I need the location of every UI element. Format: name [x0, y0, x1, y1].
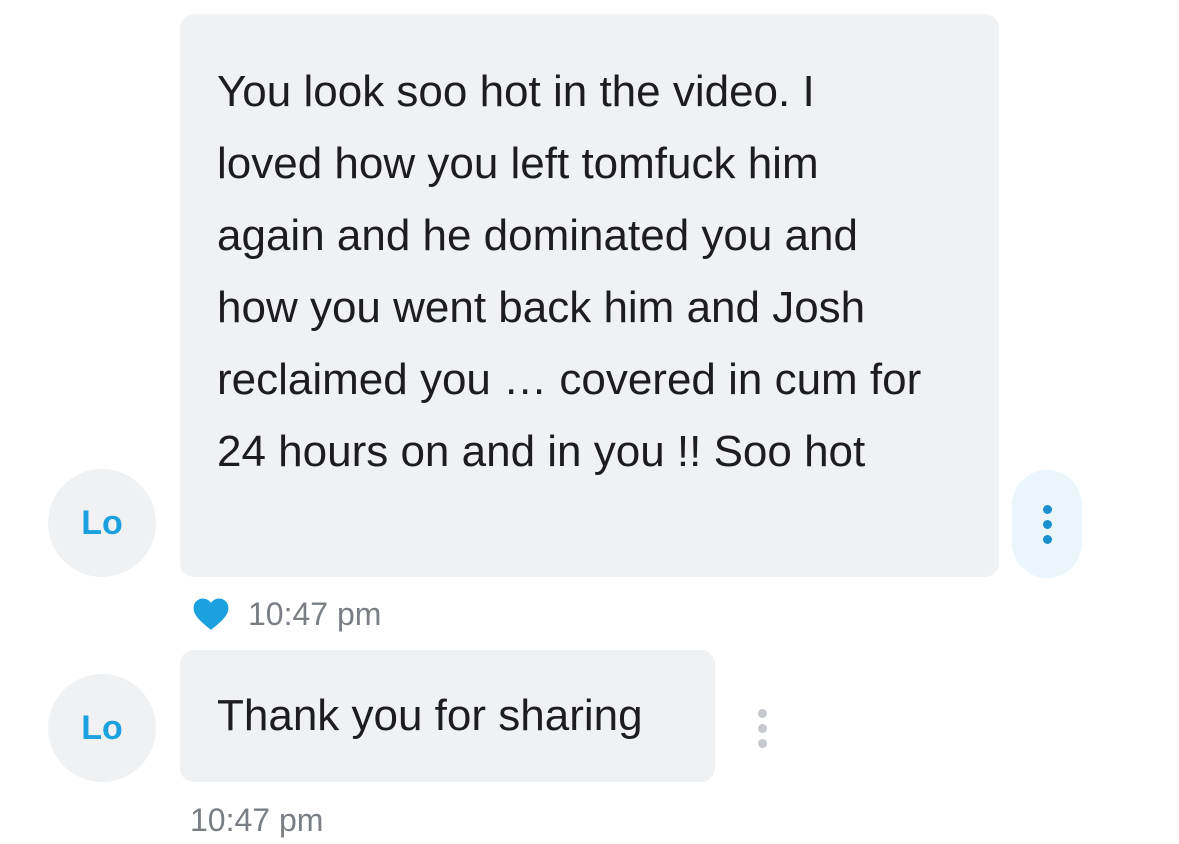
more-options-button[interactable] [1012, 470, 1082, 578]
message-bubble[interactable]: You look soo hot in the video. I loved h… [180, 14, 999, 577]
avatar[interactable]: Lo [48, 469, 156, 577]
more-vertical-icon-dot [1042, 534, 1052, 544]
more-options-button[interactable] [742, 700, 782, 756]
message-thread: Lo You look soo hot in the video. I love… [0, 0, 1179, 844]
message-text: Thank you for sharing [217, 691, 643, 740]
message-meta: 10:47 pm [192, 592, 381, 636]
timestamp: 10:47 pm [248, 595, 382, 632]
more-vertical-icon-dot [757, 738, 767, 748]
heart-icon[interactable] [192, 596, 230, 632]
avatar-initials: Lo [81, 708, 123, 747]
avatar[interactable]: Lo [48, 674, 156, 782]
message-meta: 10:47 pm [190, 798, 323, 842]
avatar-initials: Lo [81, 503, 123, 542]
more-vertical-icon [1042, 504, 1052, 514]
message-text: You look soo hot in the video. I loved h… [217, 67, 922, 476]
timestamp: 10:47 pm [190, 801, 324, 838]
more-vertical-icon [757, 708, 767, 718]
message-bubble[interactable]: Thank you for sharing [180, 650, 715, 782]
more-vertical-icon-dot [1042, 519, 1052, 529]
more-vertical-icon-dot [757, 723, 767, 733]
